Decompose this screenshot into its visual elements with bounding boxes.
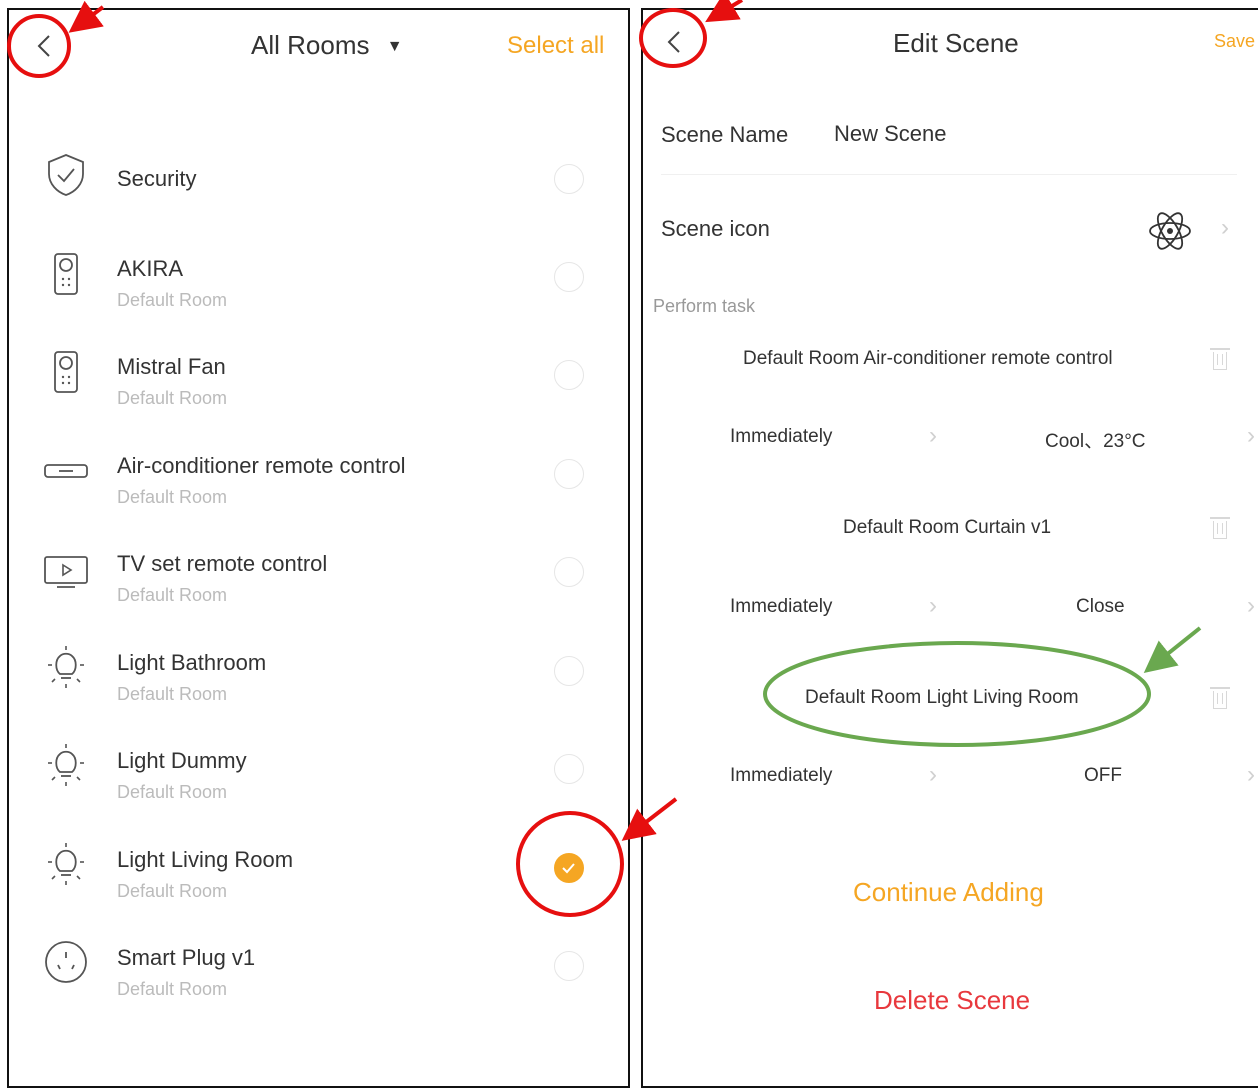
red-arrow-icon	[705, 0, 744, 23]
red-arrow-icon	[621, 797, 678, 841]
green-arrow-icon	[1143, 626, 1202, 673]
annotation-arrows	[68, 0, 1202, 841]
red-arrow-icon	[68, 0, 105, 33]
